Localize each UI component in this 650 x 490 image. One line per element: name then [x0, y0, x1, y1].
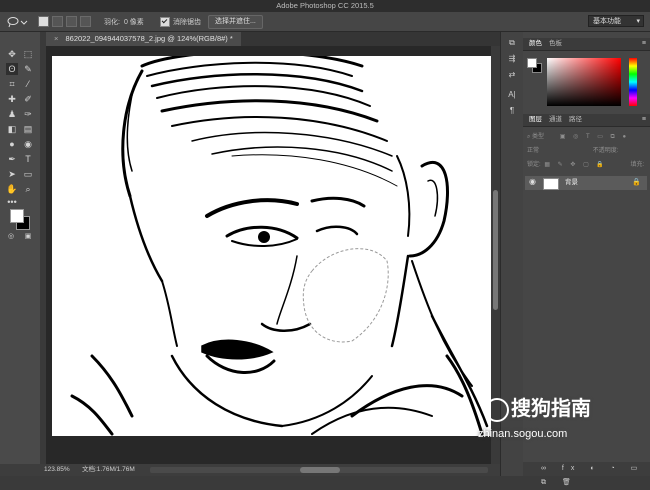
lasso-tool-icon[interactable]: ʘ — [6, 63, 18, 75]
color-panel-swatches[interactable] — [527, 58, 542, 73]
intersect-selection-button[interactable] — [80, 16, 91, 27]
watermark-url: zhinan.sogou.com — [478, 428, 568, 440]
color-panel-fg-swatch[interactable] — [527, 58, 537, 68]
history-brush-tool-icon[interactable]: ✑ — [22, 108, 34, 120]
history-panel-icon[interactable]: ⧉ — [506, 38, 518, 48]
hue-slider[interactable] — [629, 58, 637, 106]
blend-opacity-row: 正常 不透明度: — [527, 146, 618, 156]
fill-label[interactable]: 填充: — [631, 162, 645, 168]
eraser-tool-icon[interactable]: ◧ — [6, 123, 18, 135]
antialias-group[interactable]: 消除锯齿 — [160, 15, 201, 28]
lock-icons[interactable]: ▦ ✎ ✥ ▢ 🔒 — [544, 162, 607, 168]
watermark-logo-icon — [485, 397, 509, 422]
subtract-selection-button[interactable] — [66, 16, 77, 27]
watermark-brand: 搜狗指南 — [485, 392, 591, 422]
lock-fill-row: 锁定: ▦ ✎ ✥ ▢ 🔒 填充: — [527, 160, 644, 170]
select-and-mask-button[interactable]: 选择并遮住... — [208, 14, 263, 29]
brush-tool-icon[interactable]: ✐ — [22, 93, 34, 105]
color-panel-tabs: 颜色 色板 ≡ — [523, 38, 650, 51]
sketch-portrait-image — [70, 56, 489, 436]
dodge-tool-icon[interactable]: ◉ — [22, 138, 34, 150]
panel-menu-icon[interactable]: ≡ — [642, 38, 646, 50]
search-icon: ⌕ — [527, 134, 531, 140]
type-tool-icon[interactable]: T — [22, 153, 34, 165]
lasso-icon — [7, 16, 28, 27]
tab-channels[interactable]: 通道 — [549, 114, 562, 126]
eyedropper-tool-icon[interactable]: ⁄ — [22, 78, 34, 90]
feather-label: 羽化: — [104, 18, 120, 26]
quick-selection-tool-icon[interactable]: ✎ — [22, 63, 34, 75]
antialias-checkbox[interactable] — [160, 16, 170, 27]
opacity-label[interactable]: 不透明度: — [593, 148, 619, 154]
tab-color[interactable]: 颜色 — [529, 38, 542, 50]
layers-panel-footer: ∞ fx ◐ ◔ ▭ ⧉ 🗑 — [523, 462, 650, 486]
tab-layers[interactable]: 图层 — [529, 114, 542, 126]
select-mask-group: 选择并遮住... — [208, 14, 263, 29]
watermark-brand-text: 搜狗指南 — [511, 398, 591, 420]
quick-mask-icon[interactable]: ◎ — [5, 231, 17, 243]
rectangle-tool-icon[interactable]: ▭ — [22, 168, 34, 180]
visibility-eye-icon[interactable]: ◉ — [529, 177, 536, 186]
screen-mode-icon[interactable]: ▣ — [22, 231, 34, 243]
selection-mode-group — [38, 15, 94, 28]
layers-menu-icon[interactable]: ≡ — [642, 114, 646, 126]
crop-tool-icon[interactable]: ⌗ — [6, 78, 18, 90]
tab-swatches[interactable]: 色板 — [549, 38, 562, 50]
layer-row[interactable]: ◉ 背景 🔒 — [525, 176, 647, 190]
options-bar: 羽化: 0 像素 消除锯齿 选择并遮住... 基本功能 ▾ — [0, 12, 650, 32]
path-selection-tool-icon[interactable]: ➤ — [6, 168, 18, 180]
close-tab-icon[interactable]: × — [54, 34, 58, 43]
document-size: 文档:1.76M/1.76M — [82, 466, 135, 473]
document-canvas[interactable] — [52, 56, 492, 436]
feather-group: 羽化: 0 像素 — [104, 15, 144, 28]
character-panel-icon[interactable]: A| — [506, 90, 518, 100]
blur-tool-icon[interactable]: ● — [6, 138, 18, 150]
blend-mode-select[interactable]: 正常 — [527, 148, 539, 154]
new-selection-button[interactable] — [38, 16, 49, 27]
lasso-tool-preset[interactable] — [6, 15, 28, 28]
filter-icons: ▣ ◎ T ▭ ⧉ ● — [559, 134, 630, 140]
layer-filter-row[interactable]: ⌕ 类型 ▣ ◎ T ▭ ⧉ ● — [527, 132, 629, 142]
window-title: Adobe Photoshop CC 2015.5 — [276, 1, 374, 10]
status-bar: 123.85% 文档:1.76M/1.76M — [0, 464, 500, 476]
layer-footer-icons[interactable]: ∞ fx ◐ ◔ ▭ ⧉ 🗑 — [541, 462, 650, 490]
horizontal-scroll-thumb[interactable] — [300, 467, 340, 473]
zoom-tool-icon[interactable]: ⌕ — [22, 183, 34, 195]
move-tool-icon[interactable]: ✥ — [6, 48, 18, 60]
zoom-level[interactable]: 123.85% — [44, 464, 70, 476]
chevron-down-icon: ▾ — [636, 18, 640, 25]
more-tools-icon[interactable]: ••• — [6, 196, 18, 208]
paragraph-panel-icon[interactable]: ¶ — [506, 106, 518, 116]
antialias-label: 消除锯齿 — [173, 18, 201, 26]
document-tab[interactable]: × 862022_094944037578_2.jpg @ 124%(RGB/8… — [46, 32, 241, 46]
workspace-switcher[interactable]: 基本功能 ▾ — [588, 15, 644, 27]
workspace-label: 基本功能 — [593, 18, 621, 25]
pen-tool-icon[interactable]: ✒ — [6, 153, 18, 165]
horizontal-scrollbar[interactable] — [150, 467, 488, 473]
gradient-tool-icon[interactable]: ▤ — [22, 123, 34, 135]
tools-panel: ✥ ⬚ ʘ ✎ ⌗ ⁄ ✚ ✐ ♟ ✑ ◧ ▤ ● ◉ ✒ T ➤ ▭ ✋ ⌕ … — [0, 32, 41, 476]
properties-panel-icon[interactable]: ⇄ — [506, 70, 518, 80]
clone-stamp-tool-icon[interactable]: ♟ — [6, 108, 18, 120]
layer-name[interactable]: 背景 — [565, 176, 578, 190]
document-tab-bar: × 862022_094944037578_2.jpg @ 124%(RGB/8… — [46, 32, 500, 46]
layer-lock-icon: 🔒 — [632, 179, 641, 186]
hand-tool-icon[interactable]: ✋ — [6, 183, 18, 195]
layer-kind-filter[interactable]: 类型 — [532, 134, 544, 140]
foreground-color-swatch[interactable] — [10, 209, 24, 223]
canvas-area[interactable] — [46, 46, 500, 464]
add-selection-button[interactable] — [52, 16, 63, 27]
vertical-scroll-thumb[interactable] — [493, 190, 498, 310]
feather-input[interactable]: 0 像素 — [124, 17, 144, 27]
layers-panel-tabs: 图层 通道 路径 ≡ — [523, 114, 650, 127]
healing-brush-tool-icon[interactable]: ✚ — [6, 93, 18, 105]
document-tab-title: 862022_094944037578_2.jpg @ 124%(RGB/8#)… — [65, 34, 233, 43]
layer-thumbnail — [543, 178, 559, 190]
lock-label: 锁定: — [527, 162, 541, 168]
marquee-tool-icon[interactable]: ⬚ — [22, 48, 34, 60]
adjustments-panel-icon[interactable]: ⇶ — [506, 54, 518, 64]
color-picker-field[interactable] — [547, 58, 621, 106]
tab-paths[interactable]: 路径 — [569, 114, 582, 126]
